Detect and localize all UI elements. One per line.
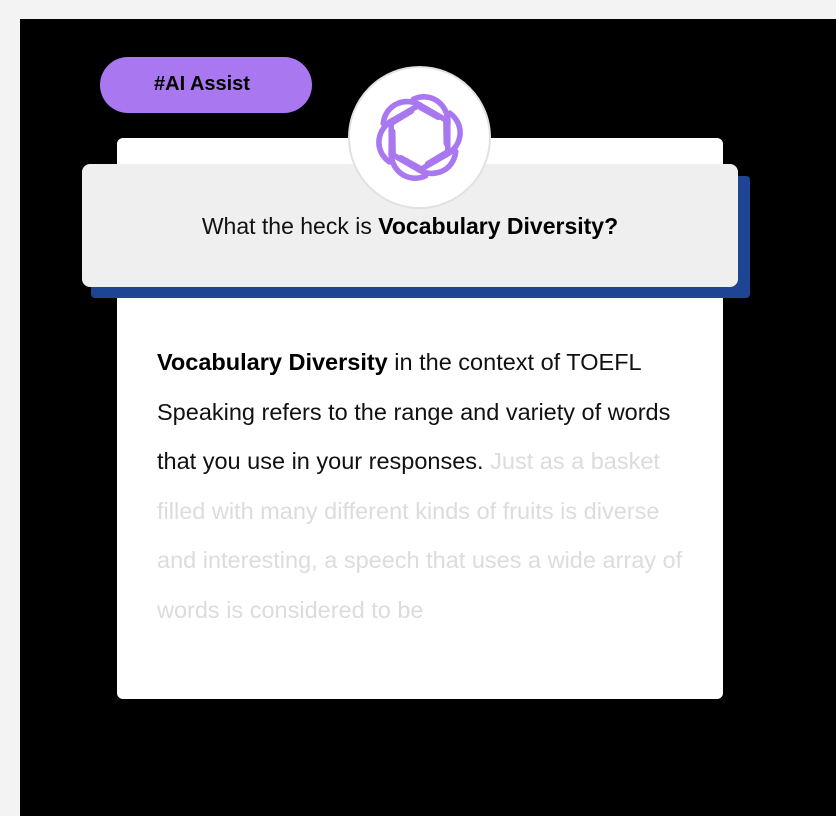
logo-badge — [348, 66, 491, 209]
answer-faded-text: Just as a basket filled with many differ… — [157, 448, 683, 623]
badge-label: #AI Assist — [154, 73, 250, 95]
page-frame: #AI Assist What the heck is Vocabulary D… — [0, 0, 836, 816]
question-prefix: What the heck is — [201, 213, 379, 239]
answer-term: Vocabulary Diversity — [157, 349, 388, 375]
openai-knot-icon — [376, 94, 463, 181]
question-term: Vocabulary Diversity? — [378, 213, 619, 239]
answer-text: Vocabulary Diversity in the context of T… — [157, 338, 687, 635]
ai-assist-badge: #AI Assist — [100, 57, 312, 113]
